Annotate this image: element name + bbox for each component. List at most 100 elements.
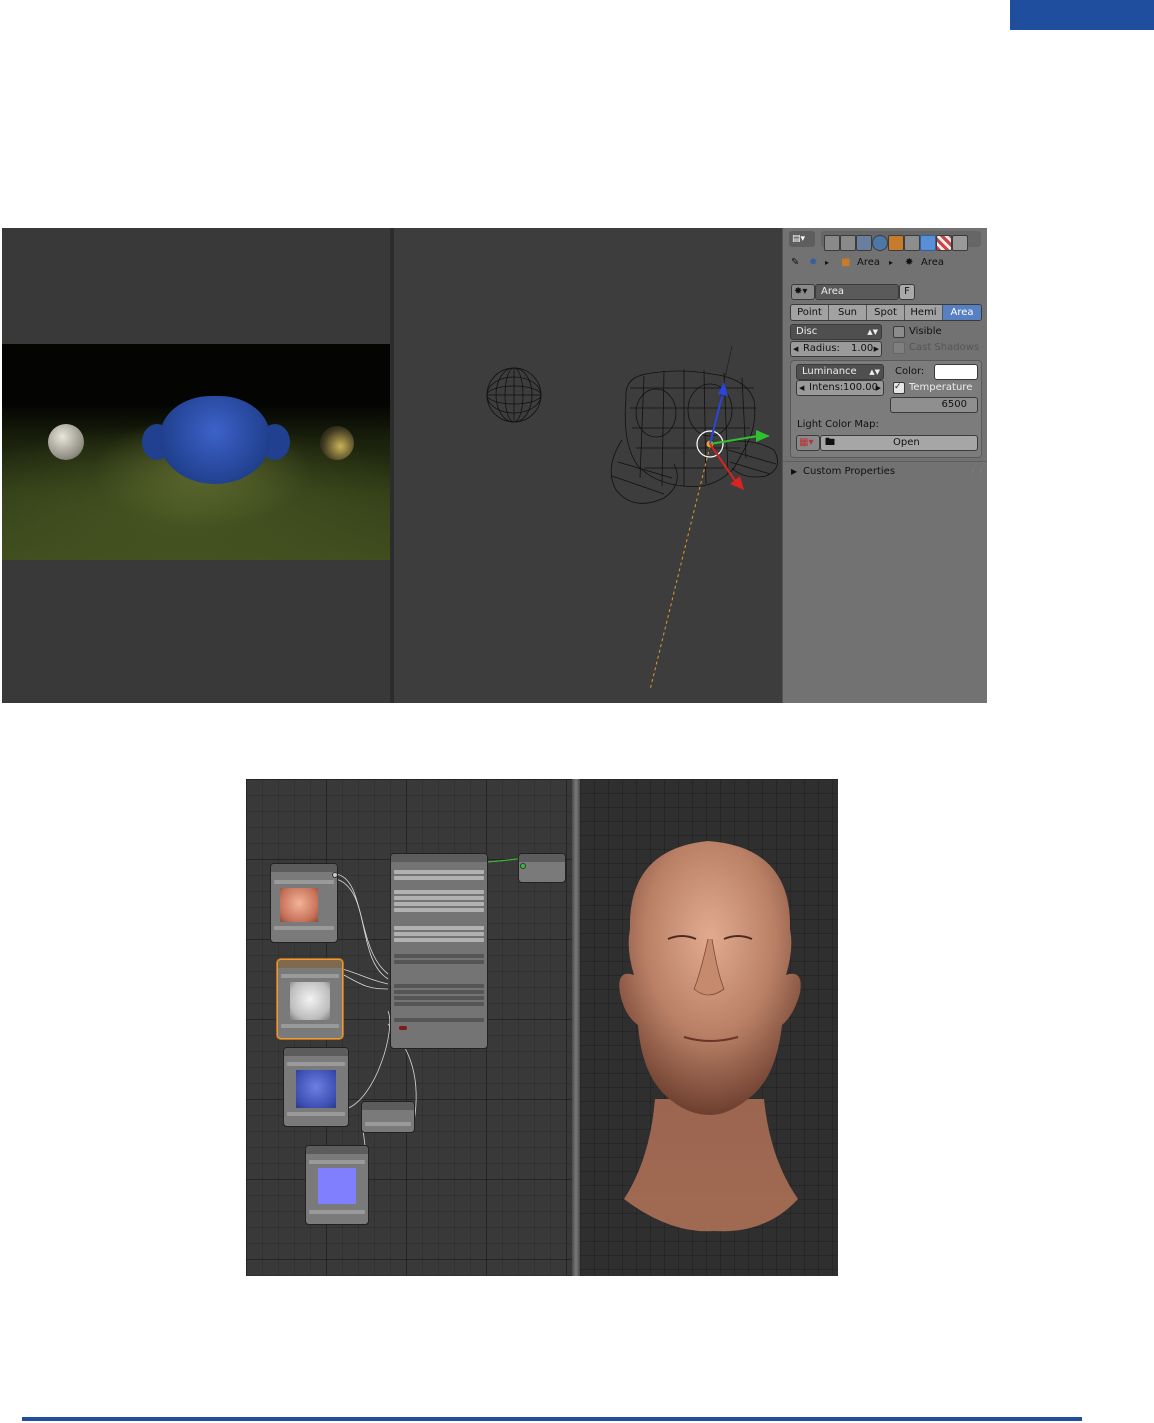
shader-value-row[interactable] bbox=[394, 984, 484, 988]
specular-texture-preview bbox=[290, 982, 330, 1020]
cast-shadows-checkbox[interactable] bbox=[893, 342, 905, 354]
custom-properties-header[interactable]: Custom Properties bbox=[803, 465, 895, 479]
image-selector[interactable] bbox=[309, 1160, 365, 1164]
fake-user-button[interactable]: F bbox=[899, 284, 915, 300]
shader-value-row[interactable] bbox=[394, 996, 484, 1000]
breadcrumb-data: Area bbox=[921, 257, 945, 268]
datablock-browse-button[interactable]: ✸▾ bbox=[791, 284, 815, 300]
folder-icon: 🖿 bbox=[825, 437, 835, 448]
principled-shader-node[interactable] bbox=[390, 853, 488, 1049]
shader-option-row[interactable] bbox=[394, 932, 484, 936]
color-space-dropdown[interactable] bbox=[274, 926, 334, 930]
cast-shadows-label: Cast Shadows bbox=[909, 342, 980, 353]
decrement-arrow-icon[interactable]: ◀ bbox=[793, 342, 798, 356]
drag-handle-icon[interactable]: ⋮⋮ bbox=[969, 465, 985, 479]
light-type-hemi[interactable]: Hemi bbox=[905, 305, 943, 320]
shader-option-row[interactable] bbox=[394, 890, 484, 894]
light-type-spot[interactable]: Spot bbox=[867, 305, 905, 320]
flat-normal-texture-node[interactable] bbox=[305, 1145, 369, 1225]
shader-value-row[interactable] bbox=[394, 1002, 484, 1006]
temperature-field[interactable]: 6500 bbox=[890, 397, 978, 413]
color-label: Color: bbox=[895, 366, 925, 377]
lamp-icon: ✸ bbox=[905, 257, 914, 268]
color-space-dropdown[interactable] bbox=[287, 1112, 345, 1116]
object-cube-icon: ■ bbox=[841, 257, 851, 268]
node-header bbox=[519, 854, 565, 862]
light-type-point[interactable]: Point bbox=[791, 305, 829, 320]
normal-texture-node[interactable] bbox=[283, 1047, 349, 1127]
node-editor[interactable] bbox=[246, 779, 572, 1276]
strength-field[interactable] bbox=[365, 1122, 411, 1126]
intensity-field[interactable]: ◀ Intens: 100.00 ▶ bbox=[796, 380, 884, 396]
object-icon[interactable] bbox=[888, 235, 904, 251]
normal-map-node[interactable] bbox=[361, 1101, 415, 1133]
editor-type-selector[interactable]: ▤▾ bbox=[789, 231, 815, 247]
decrement-arrow-icon[interactable]: ◀ bbox=[799, 381, 804, 395]
white-sphere bbox=[48, 424, 84, 460]
radius-field[interactable]: ◀ Radius: 1.00 ▶ bbox=[790, 341, 882, 357]
color-space-dropdown[interactable] bbox=[281, 1024, 339, 1028]
viewport-wireframe-scene bbox=[486, 345, 778, 691]
color-space-dropdown[interactable] bbox=[309, 1210, 365, 1214]
blender-screenshot-light-settings: ▤▾ ✎ ✸ ▸ ■ Area ▸ ✸ Area ✸▾ Area F Point… bbox=[2, 228, 987, 703]
surface-socket[interactable] bbox=[520, 863, 526, 869]
shader-option-row[interactable] bbox=[394, 926, 484, 930]
3d-viewport-head[interactable] bbox=[580, 779, 838, 1276]
temperature-checkbox[interactable]: ✓ bbox=[893, 382, 905, 394]
increment-arrow-icon[interactable]: ▶ bbox=[874, 342, 879, 356]
shader-value-row[interactable] bbox=[394, 990, 484, 994]
light-type-area[interactable]: Area bbox=[943, 305, 981, 320]
shader-option-row[interactable] bbox=[394, 896, 484, 900]
area-divider[interactable] bbox=[572, 779, 580, 1276]
material-output-node[interactable] bbox=[518, 853, 566, 883]
shader-value-row[interactable] bbox=[394, 1018, 484, 1022]
datablock-name: Area bbox=[821, 286, 845, 297]
scene-icon[interactable] bbox=[856, 235, 872, 251]
data-icon[interactable] bbox=[920, 235, 936, 251]
image-texture-node-selected[interactable] bbox=[277, 959, 343, 1039]
render-icon[interactable] bbox=[824, 235, 840, 251]
header-accent-tab bbox=[1010, 0, 1154, 30]
intensity-mode-dropdown[interactable]: Luminance ▲▼ bbox=[796, 364, 884, 380]
light-type-selector: Point Sun Spot Hemi Area bbox=[790, 304, 982, 321]
light-type-sun[interactable]: Sun bbox=[829, 305, 867, 320]
render-layers-icon[interactable] bbox=[840, 235, 856, 251]
shader-value-row[interactable] bbox=[394, 954, 484, 958]
texture-icon[interactable] bbox=[936, 235, 952, 251]
image-texture-node[interactable] bbox=[270, 863, 338, 943]
shader-value-row[interactable] bbox=[394, 960, 484, 964]
datablock-name-field[interactable]: Area bbox=[815, 284, 899, 300]
visible-checkbox[interactable] bbox=[893, 326, 905, 338]
light-color-map-label: Light Color Map: bbox=[797, 419, 879, 430]
x-axis-arrow bbox=[730, 476, 744, 490]
y-axis-line bbox=[709, 435, 759, 445]
shader-option-row[interactable] bbox=[394, 902, 484, 906]
color-map-browse-button[interactable]: ▦▾ bbox=[796, 435, 820, 451]
particles-icon[interactable] bbox=[952, 235, 968, 251]
constraints-icon[interactable] bbox=[904, 235, 920, 251]
shader-option-row[interactable] bbox=[394, 908, 484, 912]
shader-option-row[interactable] bbox=[394, 938, 484, 942]
world-icon[interactable] bbox=[872, 235, 888, 251]
node-header bbox=[391, 854, 487, 862]
node-header bbox=[284, 1048, 348, 1056]
shader-option-row[interactable] bbox=[394, 870, 484, 874]
output-socket[interactable] bbox=[332, 872, 337, 878]
color-swatch[interactable] bbox=[934, 364, 978, 380]
temperature-value: 6500 bbox=[941, 399, 967, 410]
subsurface-color-swatch[interactable] bbox=[399, 1026, 407, 1030]
expand-arrow-icon[interactable]: ▶ bbox=[791, 465, 797, 479]
image-selector[interactable] bbox=[281, 974, 339, 978]
increment-arrow-icon[interactable]: ▶ bbox=[876, 381, 881, 395]
open-image-button[interactable]: 🖿 Open bbox=[820, 435, 978, 451]
rendered-head bbox=[619, 841, 801, 1232]
3d-viewport[interactable] bbox=[394, 228, 782, 703]
blue-monkey-head bbox=[160, 396, 270, 484]
radius-label: Radius: bbox=[803, 343, 840, 354]
image-selector[interactable] bbox=[274, 880, 334, 884]
shader-option-row[interactable] bbox=[394, 876, 484, 880]
shape-dropdown[interactable]: Disc ▲▼ bbox=[790, 324, 882, 340]
image-selector[interactable] bbox=[287, 1062, 345, 1066]
pin-icon[interactable]: ✎ bbox=[791, 256, 799, 270]
check-icon: ✓ bbox=[894, 382, 902, 392]
